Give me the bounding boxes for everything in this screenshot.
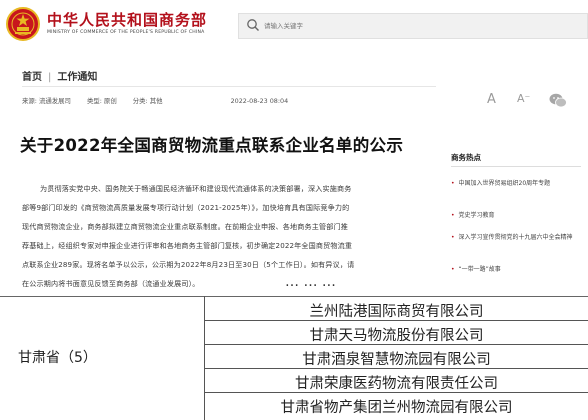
- body-line: 现代商贸物流企业，商务部拟建立商贸物流企业重点联系制度。在前期企业申报、各地商务…: [22, 222, 348, 231]
- wechat-share-icon[interactable]: [549, 93, 567, 108]
- divider: [451, 166, 581, 167]
- divider: [22, 86, 436, 87]
- body-line: 点联系企业289家。现将名单予以公示，公示期为2022年8月23日至30日（5个…: [22, 260, 355, 269]
- company-name: 甘肃天马物流股份有限公司: [309, 328, 484, 344]
- table-row: 甘肃省物产集团兰州物流园有限公司: [205, 393, 588, 417]
- bullet-icon: •: [451, 234, 455, 241]
- company-name: 甘肃省物产集团兰州物流园有限公司: [280, 400, 513, 416]
- breadcrumb-separator: |: [48, 72, 52, 83]
- article-meta: 来源: 流通发展司 类型: 原创 分类: 其他 2022-08-23 08:04: [22, 96, 302, 105]
- font-size-increase-button[interactable]: A: [487, 92, 496, 107]
- sidebar-item[interactable]: • 中国加入世界贸易组织20周年专题: [451, 178, 550, 190]
- meta-date: 2022-08-23 08:04: [230, 97, 289, 105]
- search-input[interactable]: [264, 17, 464, 34]
- font-size-decrease-button[interactable]: A⁻: [517, 92, 530, 105]
- table-row: 兰州陆港国际商贸有限公司: [205, 297, 588, 321]
- meta-source: 来源: 流通发展司: [22, 97, 71, 105]
- breadcrumb-home[interactable]: 首页: [22, 72, 42, 83]
- body-line: 为贯彻落实党中央、国务院关于畅通国民经济循环和建设现代流通体系的决策部署，深入实…: [40, 184, 352, 193]
- province-label: 甘肃省（5）: [18, 350, 97, 366]
- article-panel: [0, 58, 436, 288]
- sidebar-title: 商务热点: [451, 153, 481, 162]
- breadcrumb: 首页 | 工作通知: [22, 68, 97, 83]
- site-name[interactable]: 中华人民共和国商务部: [47, 9, 207, 30]
- company-name: 甘肃酒泉智慧物流园有限公司: [302, 352, 491, 368]
- bullet-icon: •: [451, 266, 455, 273]
- bullet-icon: •: [451, 180, 455, 187]
- article-title: 关于2022年全国商贸物流重点联系企业名单的公示: [20, 136, 404, 155]
- table-row-cut: … … …: [285, 281, 336, 290]
- breadcrumb-notices[interactable]: 工作通知: [57, 72, 97, 83]
- sidebar-item[interactable]: • “一带一路”故事: [451, 264, 501, 276]
- sidebar-item[interactable]: • 党史学习教育: [451, 210, 495, 222]
- table-row: 甘肃天马物流股份有限公司: [205, 321, 588, 345]
- body-line: 荐基础上，经组织专家对申报企业进行评审和各地商务主管部门复核，初步确定2022年…: [22, 241, 353, 250]
- search-icon[interactable]: [246, 18, 260, 32]
- company-name: 兰州陆港国际商贸有限公司: [309, 304, 484, 320]
- meta-sort: 分类: 其他: [132, 97, 163, 105]
- company-name: 甘肃荣康医药物流有限责任公司: [295, 376, 498, 392]
- national-emblem-logo[interactable]: [6, 7, 40, 41]
- sidebar-item[interactable]: • 深入学习宣传贯彻党的十九届六中全会精神: [451, 232, 573, 244]
- table-row: 甘肃酒泉智慧物流园有限公司: [205, 345, 588, 369]
- meta-category: 类型: 原创: [86, 97, 117, 105]
- bullet-icon: •: [451, 212, 455, 219]
- table-row: 甘肃荣康医药物流有限责任公司: [205, 369, 588, 393]
- body-line: 部等9部门印发的《商贸物流高质量发展专项行动计划（2021-2025年）》，加快…: [22, 203, 350, 212]
- site-name-english: MINISTRY OF COMMERCE OF THE PEOPLE'S REP…: [47, 30, 205, 35]
